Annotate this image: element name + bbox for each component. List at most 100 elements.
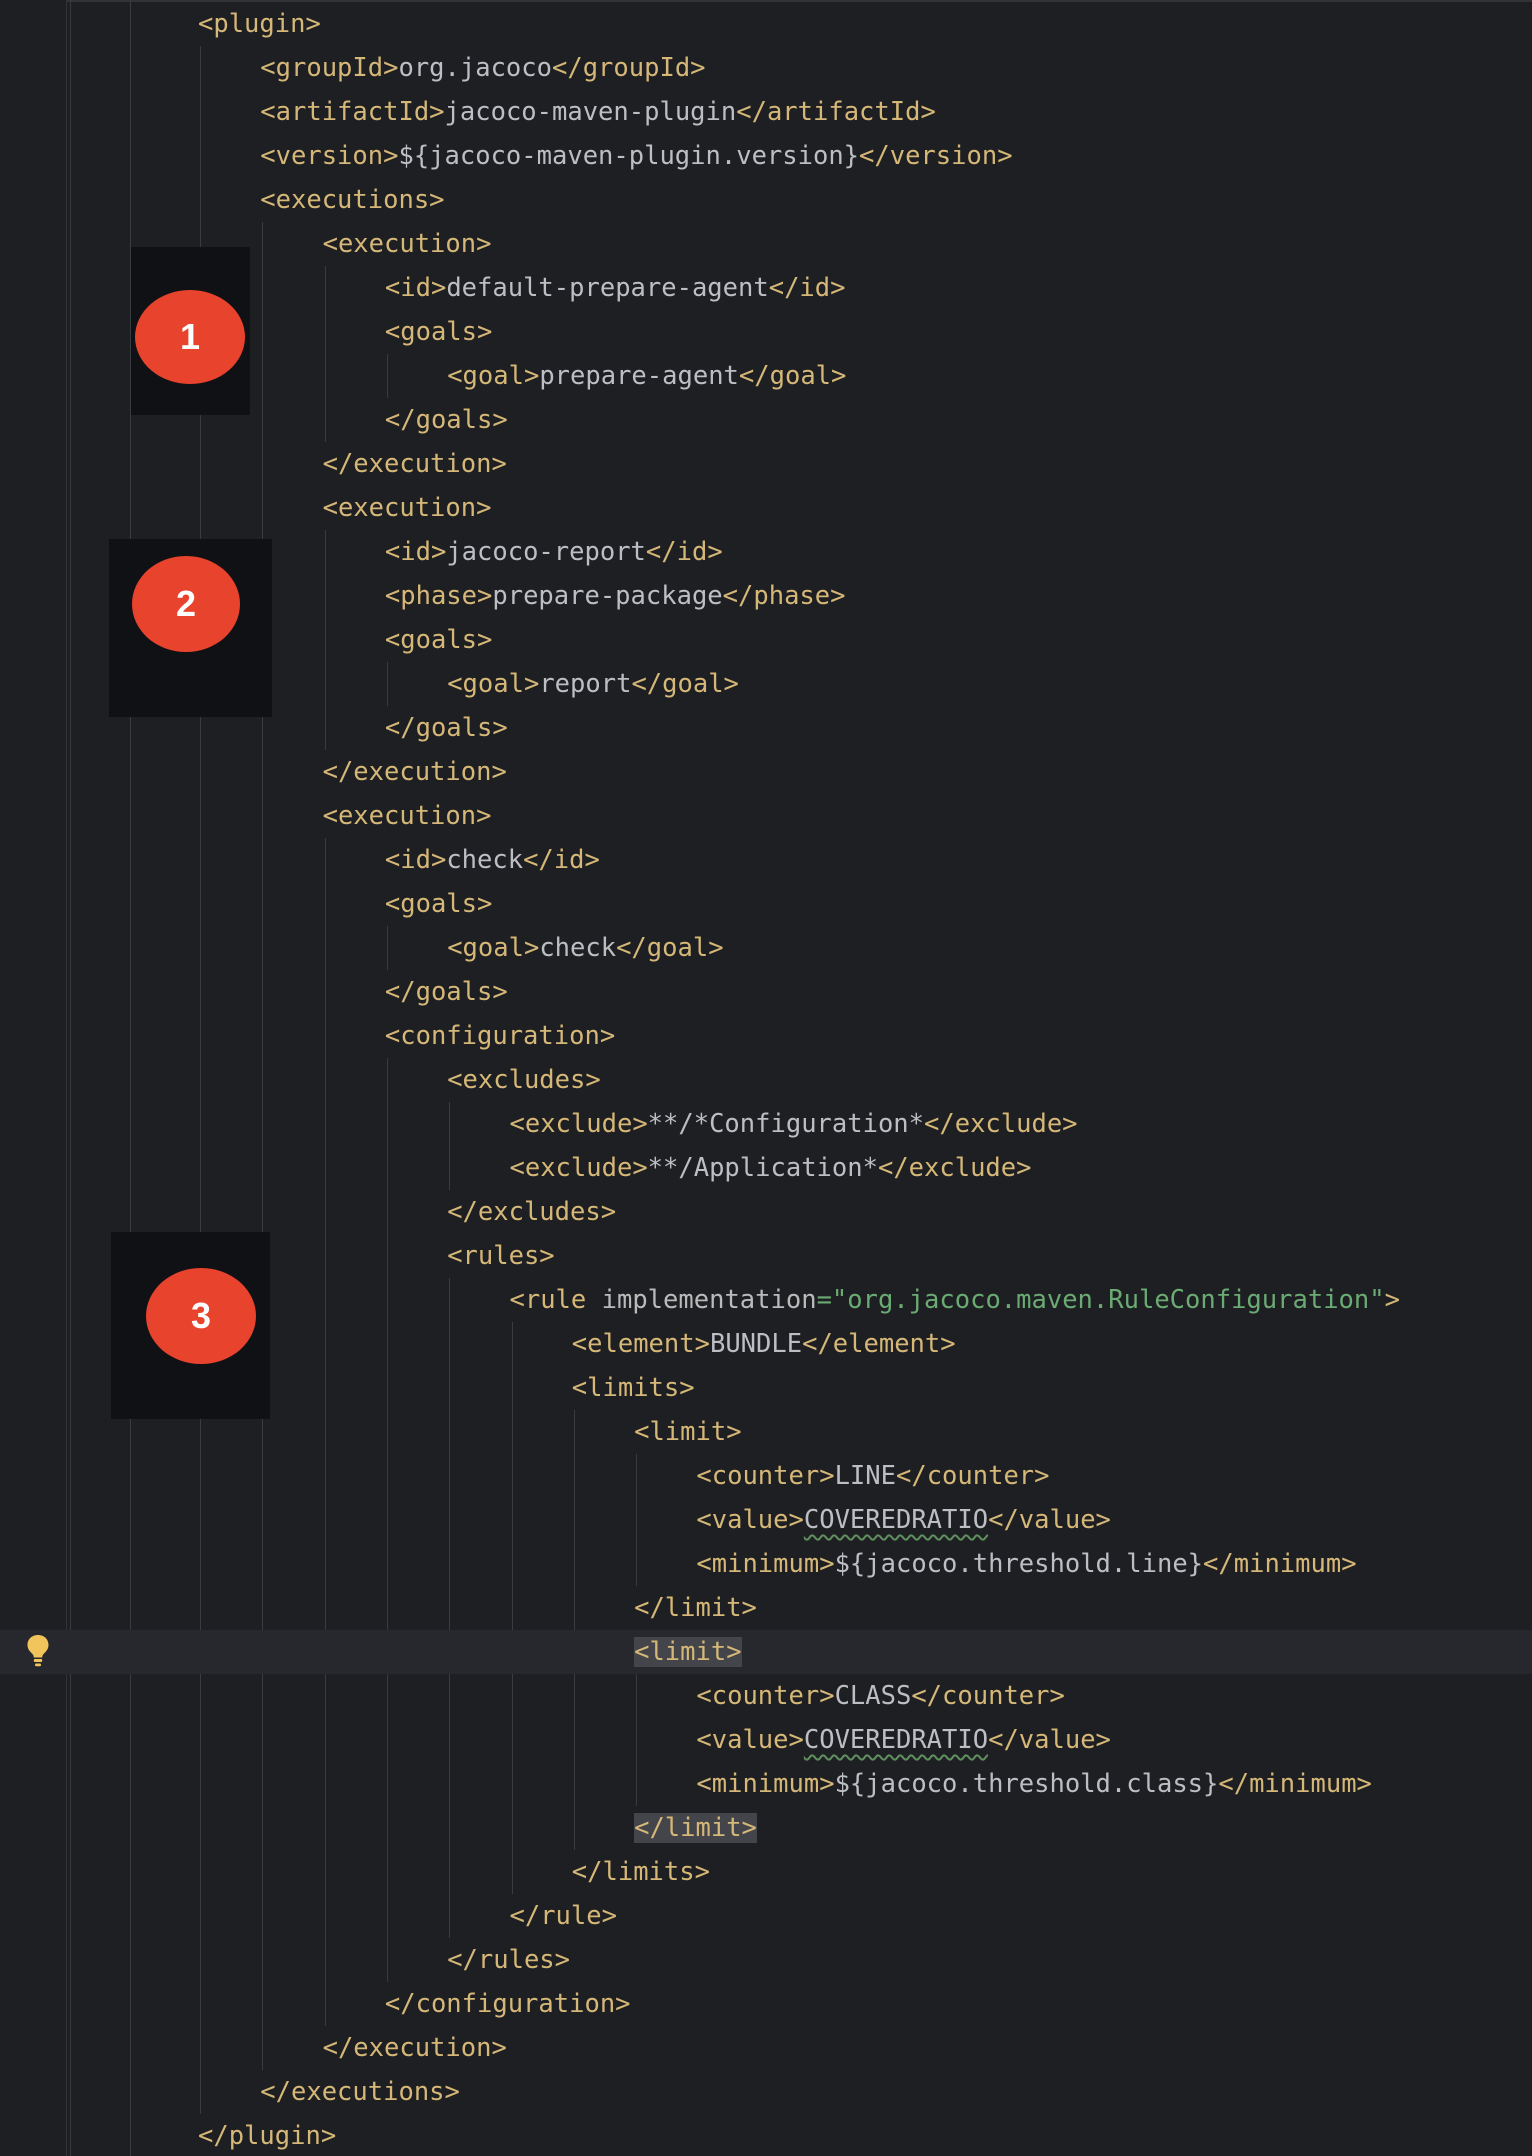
xml-text: BUNDLE <box>709 1329 803 1359</box>
xml-text: LINE <box>834 1461 896 1491</box>
code-line[interactable]: <execution> <box>0 794 1532 838</box>
xml-tag: <phase> <box>384 581 493 611</box>
xml-tag: </excludes> <box>447 1197 617 1227</box>
xml-tag: </id> <box>645 537 723 567</box>
code-line[interactable]: <minimum>${jacoco.threshold.class}</mini… <box>0 1762 1532 1806</box>
code-line[interactable]: </goals> <box>0 970 1532 1014</box>
xml-tag: </element> <box>802 1329 956 1359</box>
xml-tag: <id> <box>384 273 447 303</box>
xml-tag: > <box>1384 1285 1400 1315</box>
code-line[interactable]: </limit> <box>0 1586 1532 1630</box>
xml-tag: </minimum> <box>1218 1769 1372 1799</box>
code-line[interactable]: <counter>LINE</counter> <box>0 1454 1532 1498</box>
xml-tag: </rule> <box>509 1901 617 1931</box>
annotation-marker-1: 1 <box>135 290 245 384</box>
xml-tag: <goals> <box>384 889 493 919</box>
xml-tag: </execution> <box>322 757 507 787</box>
code-line[interactable]: </executions> <box>0 2070 1532 2114</box>
xml-text: **/Application* <box>647 1153 878 1183</box>
xml-tag: </minimum> <box>1203 1549 1357 1579</box>
code-line[interactable]: <id>check</id> <box>0 838 1532 882</box>
xml-tag: <version> <box>260 141 399 171</box>
xml-tag: <goals> <box>384 625 493 655</box>
xml-tag: </execution> <box>322 2033 507 2063</box>
code-line[interactable]: </excludes> <box>0 1190 1532 1234</box>
code-line[interactable]: </rule> <box>0 1894 1532 1938</box>
code-line[interactable]: </configuration> <box>0 1982 1532 2026</box>
annotation-marker-3: 3 <box>146 1268 256 1364</box>
code-line[interactable]: <executions> <box>0 178 1532 222</box>
xml-tag: <limits> <box>571 1373 695 1403</box>
xml-tag: <value> <box>696 1505 804 1535</box>
xml-text: prepare-package <box>492 581 723 611</box>
code-line[interactable]: </execution> <box>0 750 1532 794</box>
xml-tag: </execution> <box>322 449 507 479</box>
code-line[interactable]: <exclude>**/Application*</exclude> <box>0 1146 1532 1190</box>
xml-tag: </value> <box>988 1505 1111 1535</box>
xml-tag: <exclude> <box>509 1109 648 1139</box>
xml-tag: <rule <box>509 1285 602 1315</box>
xml-text: COVEREDRATIO <box>803 1505 989 1535</box>
xml-tag: <exclude> <box>509 1153 648 1183</box>
code-line[interactable]: </limits> <box>0 1850 1532 1894</box>
code-line[interactable]: <artifactId>jacoco-maven-plugin</artifac… <box>0 90 1532 134</box>
code-line[interactable]: <value>COVEREDRATIO</value> <box>0 1498 1532 1542</box>
code-line[interactable]: <execution> <box>0 486 1532 530</box>
xml-tag: </configuration> <box>384 1989 631 2019</box>
code-line[interactable]: </rules> <box>0 1938 1532 1982</box>
xml-tag: <counter> <box>696 1681 835 1711</box>
xml-tag: <limit> <box>634 1637 742 1667</box>
code-line[interactable]: <groupId>org.jacoco</groupId> <box>0 46 1532 90</box>
xml-tag: <goals> <box>384 317 493 347</box>
code-line[interactable]: <version>${jacoco-maven-plugin.version}<… <box>0 134 1532 178</box>
xml-tag: </goal> <box>738 361 847 391</box>
xml-text: ${jacoco.threshold.line} <box>834 1549 1204 1579</box>
code-line[interactable]: <excludes> <box>0 1058 1532 1102</box>
xml-tag: </id> <box>523 845 600 875</box>
xml-tag: </executions> <box>260 2077 460 2107</box>
xml-tag: </counter> <box>911 1681 1065 1711</box>
xml-tag: </goals> <box>384 977 508 1007</box>
xml-tag: <excludes> <box>447 1065 601 1095</box>
code-line[interactable]: <counter>CLASS</counter> <box>0 1674 1532 1718</box>
xml-tag: <execution> <box>322 493 492 523</box>
code-line[interactable]: <plugin> <box>0 2 1532 46</box>
xml-tag: </goal> <box>616 933 724 963</box>
xml-tag: <minimum> <box>696 1769 835 1799</box>
code-line[interactable]: </limit> <box>0 1806 1532 1850</box>
lightbulb-icon[interactable] <box>26 1634 50 1668</box>
code-line[interactable]: </execution> <box>0 2026 1532 2070</box>
xml-tag: <plugin> <box>198 9 321 39</box>
code-editor[interactable]: <plugin> <groupId>org.jacoco</groupId> <ar… <box>0 0 1532 2156</box>
xml-tag: </limits> <box>571 1857 710 1887</box>
code-line[interactable]: <goals> <box>0 882 1532 926</box>
code-line[interactable]: </plugin> <box>0 2114 1532 2156</box>
xml-tag: <executions> <box>260 185 445 215</box>
xml-text: prepare-agent <box>539 361 739 391</box>
xml-tag: </value> <box>988 1725 1111 1755</box>
xml-text: **/*Configuration* <box>647 1109 925 1139</box>
xml-attribute: implementation <box>601 1285 817 1315</box>
xml-tag: </version> <box>859 141 1013 171</box>
code-line[interactable]: <goal>check</goal> <box>0 926 1532 970</box>
xml-text: ${jacoco.threshold.class} <box>834 1769 1219 1799</box>
code-line[interactable]: <exclude>**/*Configuration*</exclude> <box>0 1102 1532 1146</box>
xml-tag: <groupId> <box>260 53 399 83</box>
code-line[interactable]: <minimum>${jacoco.threshold.line}</minim… <box>0 1542 1532 1586</box>
xml-tag: <artifactId> <box>260 97 445 127</box>
code-line[interactable]: <limit> <box>0 1630 1532 1674</box>
xml-tag: <goal> <box>447 361 540 391</box>
code-line[interactable]: </execution> <box>0 442 1532 486</box>
code-line[interactable]: <configuration> <box>0 1014 1532 1058</box>
xml-tag: </groupId> <box>552 53 706 83</box>
xml-tag: <goal> <box>447 669 540 699</box>
xml-tag: <configuration> <box>384 1021 616 1051</box>
xml-tag: <counter> <box>696 1461 835 1491</box>
xml-tag: <limit> <box>634 1417 742 1447</box>
xml-text: report <box>539 669 632 699</box>
xml-tag: <minimum> <box>696 1549 835 1579</box>
xml-tag: </goal> <box>631 669 739 699</box>
xml-tag: <element> <box>571 1329 710 1359</box>
xml-tag: </exclude> <box>877 1153 1032 1183</box>
code-line[interactable]: <value>COVEREDRATIO</value> <box>0 1718 1532 1762</box>
